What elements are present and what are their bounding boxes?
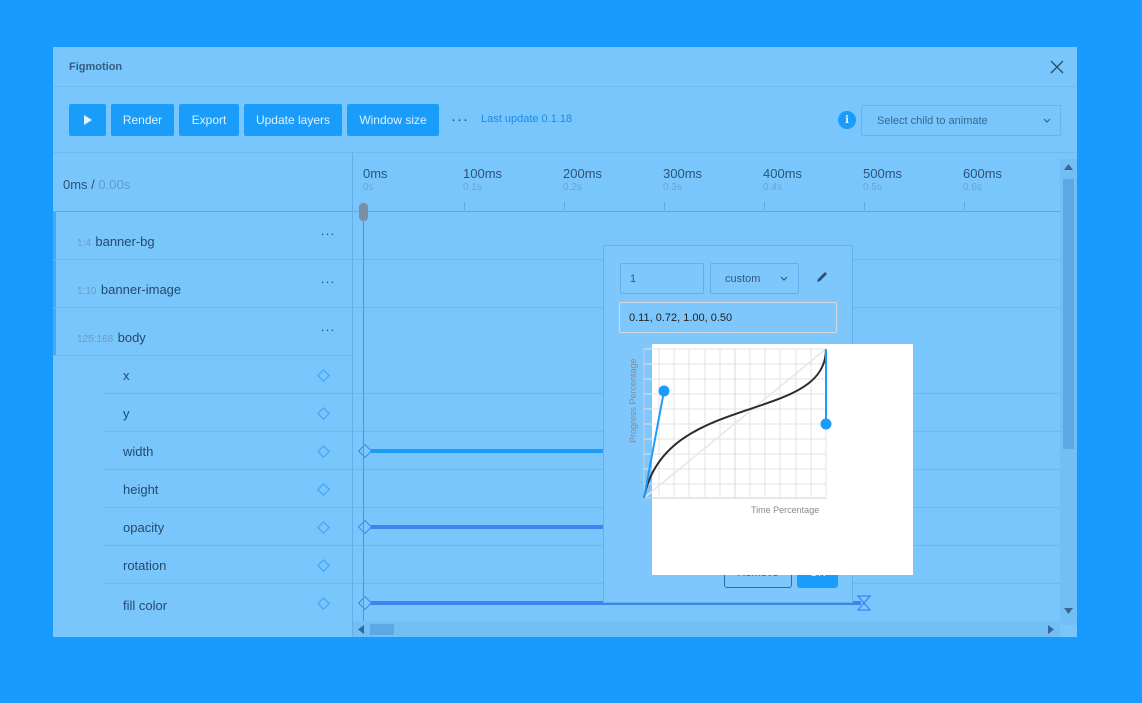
property-name: fill color [123, 598, 168, 613]
ruler-tick-mark [564, 202, 565, 210]
scroll-down-icon[interactable] [1064, 608, 1073, 614]
pen-icon[interactable] [814, 269, 830, 285]
ruler-tick-mark [864, 202, 865, 210]
app-title: Figmotion [69, 61, 123, 73]
vertical-scrollbar[interactable] [1060, 159, 1077, 625]
horizontal-scrollbar[interactable] [353, 621, 1060, 637]
property-name: width [123, 444, 154, 459]
ruler-tick: 100ms 0.1s [463, 166, 503, 193]
keyframe-add-icon[interactable] [317, 483, 330, 496]
bezier-editor-content: 0.11, 0.72, 1.00, 0.50 Progress Percenta… [599, 297, 860, 528]
horizontal-scroll-thumb[interactable] [370, 624, 394, 635]
ruler-tick: 600ms 0.6s [963, 166, 1003, 193]
bezier-curve-chart[interactable]: Progress Percentage Time Percentage [599, 297, 860, 528]
layer-name: banner-bg [95, 234, 155, 249]
play-icon [83, 115, 92, 125]
fill-color-keyframe-end-icon[interactable] [857, 595, 871, 611]
more-options-button[interactable]: ··· [451, 111, 469, 128]
property-row-height[interactable]: height [103, 470, 353, 508]
keyframe-add-icon[interactable] [317, 407, 330, 420]
control-point-2[interactable] [820, 418, 832, 430]
x-axis-label: Time Percentage [751, 505, 819, 515]
child-select-dropdown[interactable]: Select child to animate [861, 105, 1061, 136]
keyframe-add-icon[interactable] [317, 521, 330, 534]
playhead-handle[interactable] [359, 203, 368, 221]
layer-id: 1:10 [77, 286, 97, 297]
control-handle-line-1 [643, 390, 665, 499]
easing-mode-select[interactable]: custom [710, 263, 799, 294]
property-name: height [123, 482, 159, 497]
width-animation-bar[interactable] [366, 449, 603, 453]
property-row-x[interactable]: x [103, 356, 353, 394]
property-row-width[interactable]: width [103, 432, 353, 470]
play-button[interactable] [69, 104, 106, 136]
layer-name: banner-image [100, 282, 182, 297]
figmotion-window: Figmotion Render Export Update layers Wi… [53, 47, 1077, 637]
info-icon[interactable]: i [838, 111, 856, 129]
timeline-border [352, 153, 353, 637]
ruler-tick-mark [964, 202, 965, 210]
ruler-tick: 400ms 0.4s [763, 166, 803, 193]
chevron-down-icon [1043, 118, 1051, 123]
time-readout: 0ms / 0.00s [63, 177, 130, 192]
ruler-tick: 0ms 0s [363, 166, 388, 193]
render-button[interactable]: Render [111, 104, 174, 136]
property-row-rotation[interactable]: rotation [103, 546, 353, 584]
keyframe-add-icon[interactable] [317, 369, 330, 382]
scroll-right-icon[interactable] [1048, 625, 1054, 634]
time-seconds: 0.00s [98, 177, 131, 192]
vertical-scroll-thumb[interactable] [1063, 179, 1074, 449]
fill-color-keyframe-start[interactable] [357, 595, 373, 611]
toolbar: Render Export Update layers Window size … [53, 87, 1077, 153]
layer-row-banner-bg[interactable]: 1:4 banner-bg ··· [53, 212, 353, 260]
scroll-up-icon[interactable] [1064, 164, 1073, 170]
width-keyframe-start[interactable] [357, 443, 373, 459]
chevron-down-icon [780, 276, 788, 281]
opacity-keyframe-start[interactable] [357, 519, 373, 535]
y-axis-label: Progress Percentage [628, 358, 638, 443]
ruler-tick: 200ms 0.2s [563, 166, 603, 193]
opacity-animation-bar[interactable] [366, 525, 603, 529]
easing-value-input[interactable]: 1 [620, 263, 704, 294]
window-size-button[interactable]: Window size [347, 104, 439, 136]
property-name: x [123, 368, 130, 383]
property-name: y [123, 406, 130, 421]
property-row-fill-color[interactable]: fill color [103, 584, 353, 622]
export-button[interactable]: Export [179, 104, 239, 136]
control-point-1[interactable] [658, 385, 670, 397]
easing-mode-label: custom [725, 272, 761, 285]
time-ms: 0ms / [63, 177, 95, 192]
ruler-tick: 500ms 0.5s [863, 166, 903, 193]
layer-row-banner-image[interactable]: 1:10 banner-image ··· [53, 260, 353, 308]
layer-name: body [117, 330, 146, 345]
layer-options-button[interactable]: ··· [321, 274, 336, 289]
close-icon[interactable] [1047, 57, 1067, 77]
layer-options-button[interactable]: ··· [321, 226, 336, 241]
property-name: opacity [123, 520, 165, 535]
title-bar: Figmotion [53, 47, 1077, 87]
keyframe-add-icon[interactable] [317, 445, 330, 458]
layer-row-body[interactable]: 125:168 body ··· [53, 308, 353, 356]
layer-id: 125:168 [77, 334, 114, 345]
ruler-tick-mark [464, 202, 465, 210]
scroll-left-icon[interactable] [358, 625, 364, 634]
keyframe-add-icon[interactable] [317, 559, 330, 572]
ruler-tick-mark [764, 202, 765, 210]
layer-options-button[interactable]: ··· [321, 322, 336, 337]
playhead-line [363, 211, 364, 637]
layer-id: 1:4 [77, 238, 91, 249]
update-layers-button[interactable]: Update layers [244, 104, 342, 136]
property-name: rotation [123, 558, 167, 573]
property-row-opacity[interactable]: opacity [103, 508, 353, 546]
ruler-tick: 300ms 0.3s [663, 166, 703, 193]
ruler-tick-mark [664, 202, 665, 210]
version-link[interactable]: Last update 0.1.18 [481, 113, 572, 125]
property-row-y[interactable]: y [103, 394, 353, 432]
child-select-label: Select child to animate [877, 114, 988, 127]
keyframe-add-icon[interactable] [317, 597, 330, 610]
